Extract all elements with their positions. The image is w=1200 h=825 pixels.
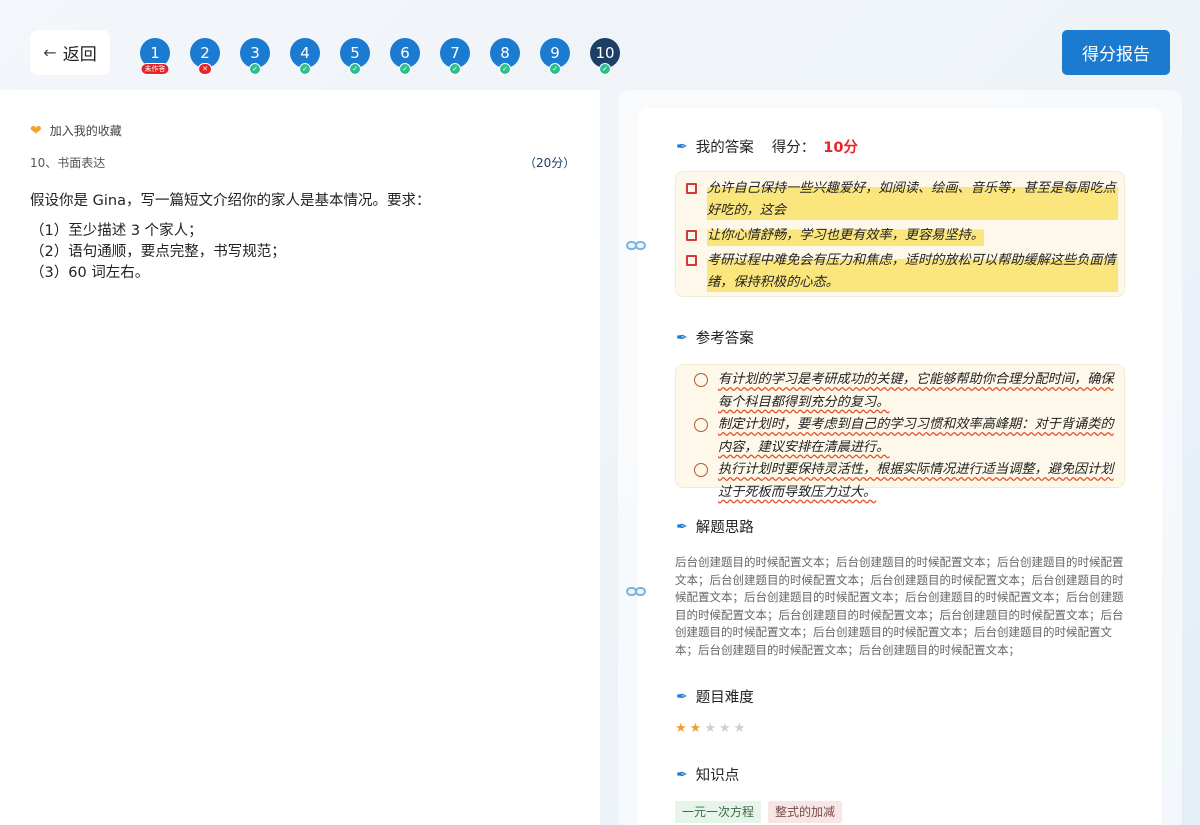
analysis-header: ✒ 解题思路 xyxy=(676,516,754,537)
question-nav-6[interactable]: 6 ✓ xyxy=(390,38,420,75)
star-icon: ★ xyxy=(733,721,746,736)
correct-badge: ✓ xyxy=(599,63,611,75)
question-body: 假设你是 Gina，写一篇短文介绍你的家人是基本情况。要求： （1）至少描述 3… xyxy=(30,191,430,284)
reference-line-text: 执行计划时要保持灵活性，根据实际情况进行适当调整，避免因计划过于死板而导致压力过… xyxy=(718,462,1114,500)
star-icon: ★ xyxy=(675,721,687,736)
heart-icon: ❤ xyxy=(30,122,42,139)
correct-badge: ✓ xyxy=(399,63,411,75)
correct-badge: ✓ xyxy=(449,63,461,75)
requirement-item: （3）60 词左右。 xyxy=(30,265,150,281)
question-number: 2 xyxy=(200,44,210,62)
my-answer-title: 我的答案 xyxy=(695,140,754,156)
feather-icon: ✒ xyxy=(676,329,688,346)
answer-line: 考研过程中难免会有压力和焦虑，适时的放松可以帮助缓解这些负面情绪，保持积极的心态… xyxy=(686,250,1118,294)
answer-line: 让你心情舒畅，学习也更有效率，更容易坚持。 xyxy=(686,225,1118,247)
favorite-label: 加入我的收藏 xyxy=(49,124,122,138)
question-nav-1[interactable]: 1 未作答 xyxy=(140,38,170,75)
question-nav-3[interactable]: 3 ✓ xyxy=(240,38,270,75)
feather-icon: ✒ xyxy=(676,138,688,155)
checkbox-icon xyxy=(686,230,697,241)
question-nav-5[interactable]: 5 ✓ xyxy=(340,38,370,75)
feather-icon: ✒ xyxy=(676,518,688,535)
correct-badge: ✓ xyxy=(249,63,261,75)
question-number: 4 xyxy=(300,44,310,62)
answer-line-text: 允许自己保持一些兴趣爱好，如阅读、绘画、音乐等，甚至是每周吃点好吃的，这会 xyxy=(707,178,1118,222)
reference-answer-header: ✒ 参考答案 xyxy=(676,327,754,348)
feather-icon: ✒ xyxy=(676,766,688,783)
answer-line: 允许自己保持一些兴趣爱好，如阅读、绘画、音乐等，甚至是每周吃点好吃的，这会 xyxy=(686,178,1118,222)
reference-answer-image: 有计划的学习是考研成功的关键，它能够帮助你合理分配时间，确保每个科目都得到充分的… xyxy=(675,364,1125,500)
status-badge: ✕ xyxy=(198,63,212,75)
my-answer-image: 允许自己保持一些兴趣爱好，如阅读、绘画、音乐等，甚至是每周吃点好吃的，这会 让你… xyxy=(675,171,1125,297)
binder-ring-icon xyxy=(626,586,652,596)
correct-badge: ✓ xyxy=(349,63,361,75)
answer-line-text: 让你心情舒畅，学习也更有效率，更容易坚持。 xyxy=(707,225,984,247)
question-score: （20分） xyxy=(524,156,576,170)
score-label: 得分： xyxy=(771,140,816,156)
reference-line-text: 有计划的学习是考研成功的关键，它能够帮助你合理分配时间，确保每个科目都得到充分的… xyxy=(718,372,1114,410)
question-number: 3 xyxy=(250,44,260,62)
status-badge: 未作答 xyxy=(140,63,170,75)
knowledge-header: ✒ 知识点 xyxy=(676,764,739,785)
analysis-title: 解题思路 xyxy=(695,520,754,536)
question-nav-8[interactable]: 8 ✓ xyxy=(490,38,520,75)
requirement-item: （1）至少描述 3 个家人； xyxy=(30,223,203,239)
top-bar: ← 返回 1 未作答 2 ✕ 3 ✓ 4 ✓ 5 ✓ 6 ✓ 7 ✓ 8 ✓ 9 ✓ 10 ✓ 得分报告 xyxy=(0,0,1200,90)
question-nav-2[interactable]: 2 ✕ xyxy=(190,38,220,75)
question-number: 6 xyxy=(400,44,410,62)
checkbox-icon xyxy=(686,183,697,194)
reference-line: 有计划的学习是考研成功的关键，它能够帮助你合理分配时间，确保每个科目都得到充分的… xyxy=(694,369,1116,414)
question-number: 10 xyxy=(595,44,615,62)
knowledge-title: 知识点 xyxy=(695,768,740,784)
circle-bullet-icon xyxy=(694,418,708,432)
back-button[interactable]: ← 返回 xyxy=(30,30,110,75)
add-favorite-button[interactable]: ❤ 加入我的收藏 xyxy=(30,122,122,139)
question-nav-9[interactable]: 9 ✓ xyxy=(540,38,570,75)
reference-line: 制定计划时，要考虑到自己的学习习惯和效率高峰期：对于背诵类的内容，建议安排在清晨… xyxy=(694,414,1116,459)
binder-ring-icon xyxy=(626,240,652,250)
reference-answer-title: 参考答案 xyxy=(695,331,754,347)
reference-line-text: 制定计划时，要考虑到自己的学习习惯和效率高峰期：对于背诵类的内容，建议安排在清晨… xyxy=(718,417,1114,455)
difficulty-header: ✒ 题目难度 xyxy=(676,686,754,707)
question-number: 1 xyxy=(150,44,160,62)
question-title: 10、书面表达 xyxy=(30,156,106,170)
score-report-button[interactable]: 得分报告 xyxy=(1062,30,1170,75)
question-nav-7[interactable]: 7 ✓ xyxy=(440,38,470,75)
difficulty-title: 题目难度 xyxy=(695,690,754,706)
score-value: 10分 xyxy=(823,140,858,156)
star-icon: ★ xyxy=(689,721,702,736)
question-number: 8 xyxy=(500,44,510,62)
knowledge-tag[interactable]: 一元一次方程 xyxy=(675,801,762,823)
question-nav-10[interactable]: 10 ✓ xyxy=(590,38,620,75)
answer-line-text: 考研过程中难免会有压力和焦虑，适时的放松可以帮助缓解这些负面情绪，保持积极的心态… xyxy=(707,250,1118,294)
requirement-item: （2）语句通顺，要点完整，书写规范； xyxy=(30,244,286,260)
correct-badge: ✓ xyxy=(299,63,311,75)
question-panel: ❤ 加入我的收藏 10、书面表达 （20分） 假设你是 Gina，写一篇短文介绍… xyxy=(0,90,600,825)
knowledge-tags: 一元一次方程 整式的加减 xyxy=(675,801,843,823)
star-icon: ★ xyxy=(718,721,731,736)
circle-bullet-icon xyxy=(694,373,708,387)
star-icon: ★ xyxy=(704,721,716,736)
knowledge-tag[interactable]: 整式的加减 xyxy=(768,801,843,823)
reference-line: 执行计划时要保持灵活性，根据实际情况进行适当调整，避免因计划过于死板而导致压力过… xyxy=(694,459,1116,504)
checkbox-icon xyxy=(686,255,697,266)
correct-badge: ✓ xyxy=(549,63,561,75)
question-number: 7 xyxy=(450,44,460,62)
question-number: 5 xyxy=(350,44,360,62)
question-number: 9 xyxy=(550,44,560,62)
back-button-label: 返回 xyxy=(62,45,97,65)
question-prompt: 假设你是 Gina，写一篇短文介绍你的家人是基本情况。要求： xyxy=(30,193,431,209)
feather-icon: ✒ xyxy=(676,688,688,705)
my-answer-header: ✒ 我的答案 得分： 10分 xyxy=(676,136,858,157)
correct-badge: ✓ xyxy=(499,63,511,75)
question-nav-4[interactable]: 4 ✓ xyxy=(290,38,320,75)
difficulty-rating: ★ ★ ★ ★ ★ xyxy=(675,722,745,735)
back-arrow-icon: ← xyxy=(43,42,57,62)
analysis-text: 后台创建题目的时候配置文本；后台创建题目的时候配置文本；后台创建题目的时候配置文… xyxy=(675,555,1124,657)
circle-bullet-icon xyxy=(694,463,708,477)
